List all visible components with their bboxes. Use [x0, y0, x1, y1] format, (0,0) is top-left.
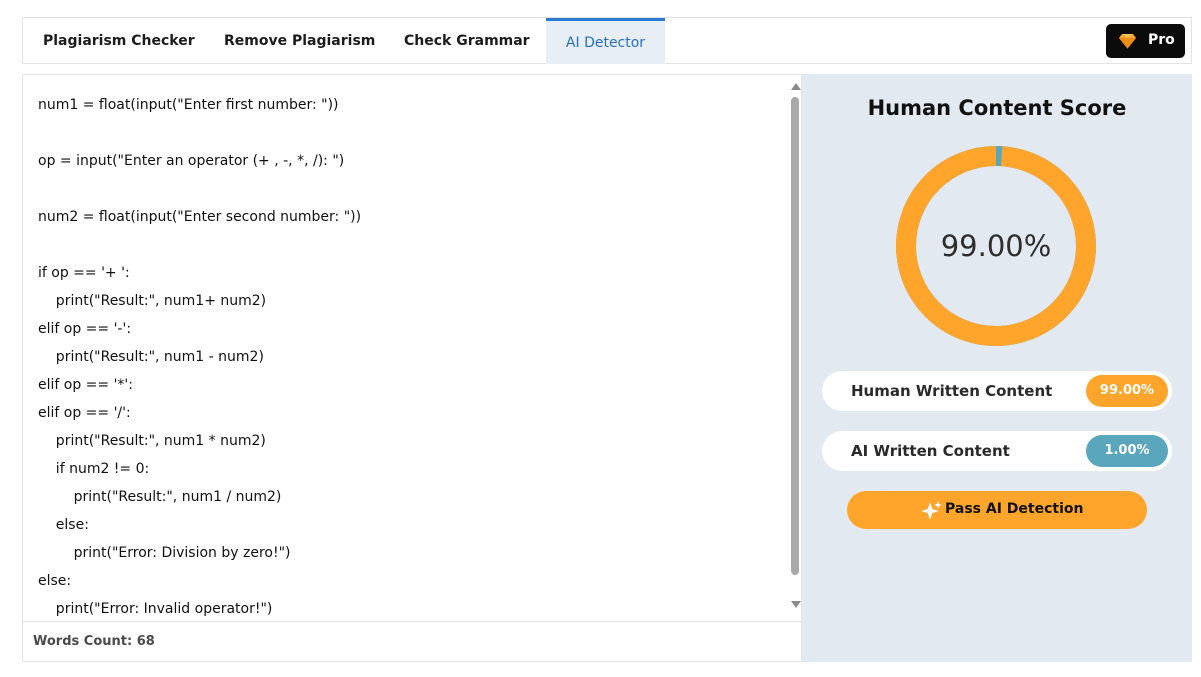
- tab-check-grammar[interactable]: Check Grammar: [404, 18, 530, 64]
- code-line: print("Result:", num1+ num2): [38, 293, 267, 309]
- pass-ai-detection-label: Pass AI Detection: [945, 501, 1084, 517]
- pro-button-label: Pro: [1148, 32, 1175, 48]
- tool-tab-bar: Plagiarism Checker Remove Plagiarism Che…: [22, 17, 1192, 64]
- tab-ai-detector[interactable]: AI Detector: [546, 18, 665, 64]
- ai-content-badge: 1.00%: [1086, 435, 1168, 467]
- human-content-badge: 99.00%: [1086, 375, 1168, 407]
- pass-ai-detection-button[interactable]: Pass AI Detection: [847, 491, 1147, 529]
- code-line: print("Error: Invalid operator!"): [38, 601, 273, 617]
- code-line: op = input("Enter an operator (+ , -, *,…: [38, 153, 345, 169]
- code-line: print("Result:", num1 / num2): [38, 489, 282, 505]
- ai-content-row: AI Written Content 1.00%: [822, 431, 1172, 471]
- editor-scrollbar[interactable]: [789, 75, 801, 621]
- tab-plagiarism-checker[interactable]: Plagiarism Checker: [43, 18, 195, 64]
- code-line: elif op == '/':: [38, 405, 131, 421]
- scrollbar-thumb[interactable]: [791, 97, 799, 575]
- code-line: num1 = float(input("Enter first number: …: [38, 97, 339, 113]
- code-line: if op == '+ ':: [38, 265, 130, 281]
- editor-footer: Words Count: 68: [23, 621, 801, 662]
- code-line: if num2 != 0:: [38, 461, 150, 477]
- diamond-icon: [1119, 34, 1136, 49]
- code-line: print("Result:", num1 - num2): [38, 349, 264, 365]
- scroll-down-arrow-icon[interactable]: [791, 601, 801, 608]
- scroll-up-arrow-icon[interactable]: [791, 83, 801, 90]
- code-line: print("Error: Division by zero!"): [38, 545, 291, 561]
- code-line: else:: [38, 517, 89, 533]
- human-content-label: Human Written Content: [851, 382, 1053, 400]
- text-input-area[interactable]: num1 = float(input("Enter first number: …: [23, 75, 789, 621]
- code-line: elif op == '*':: [38, 377, 133, 393]
- sparkle-icon: [921, 501, 942, 520]
- tab-remove-plagiarism[interactable]: Remove Plagiarism: [224, 18, 375, 64]
- words-count: Words Count: 68: [33, 634, 155, 649]
- ai-content-label: AI Written Content: [851, 442, 1010, 460]
- code-line: num2 = float(input("Enter second number:…: [38, 209, 362, 225]
- code-line: else:: [38, 573, 72, 589]
- score-title: Human Content Score: [867, 96, 1127, 120]
- human-content-row: Human Written Content 99.00%: [822, 371, 1172, 411]
- code-line: print("Result:", num1 * num2): [38, 433, 266, 449]
- pro-button[interactable]: Pro: [1106, 24, 1185, 58]
- text-editor-panel: num1 = float(input("Enter first number: …: [22, 74, 802, 662]
- code-line: elif op == '-':: [38, 321, 132, 337]
- result-panel: Human Content Score 99.00% Human Written…: [802, 74, 1192, 662]
- score-percentage: 99.00%: [940, 229, 1052, 263]
